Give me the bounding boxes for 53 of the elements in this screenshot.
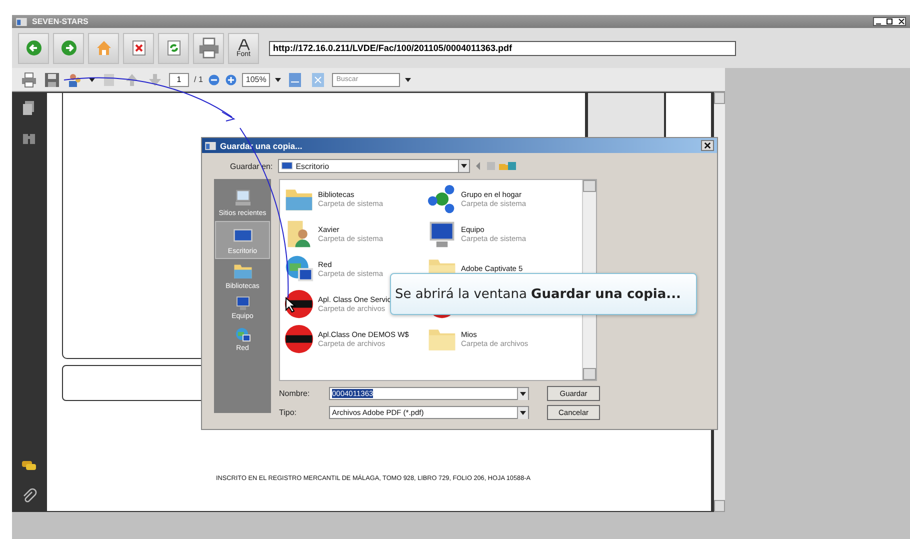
computer-icon (234, 294, 250, 310)
zoom-out-icon (208, 74, 220, 86)
app-logo-icon (284, 324, 314, 354)
refresh-icon (166, 40, 182, 56)
zoom-in-icon (224, 74, 237, 86)
page-number-field[interactable]: 1 (169, 72, 189, 86)
caret-icon (520, 392, 526, 396)
zoom-dropdown[interactable]: 105% (242, 72, 270, 86)
save-in-label: Guardar en: (230, 162, 273, 170)
document-icon (101, 72, 117, 88)
caret-icon (405, 78, 412, 82)
down-arrow-icon (147, 72, 163, 88)
print-button[interactable] (193, 32, 224, 64)
dialog-title: Guardar una copia... (220, 140, 302, 150)
mouse-pointer-icon (286, 296, 296, 313)
up-arrow-icon (124, 72, 140, 88)
fit-page-icon (310, 72, 326, 88)
navigation-icons (474, 161, 519, 171)
close-icon (704, 142, 711, 149)
caret-icon (89, 78, 95, 82)
monitor-icon (280, 160, 293, 172)
paperclip-icon (21, 488, 37, 504)
fit-width-icon (287, 72, 304, 88)
network-icon (284, 254, 314, 284)
font-icon (236, 38, 250, 50)
window-title: SEVEN-STARS (32, 17, 88, 26)
forward-button[interactable] (53, 32, 84, 64)
homegroup-icon (427, 184, 457, 214)
network-icon (234, 326, 250, 342)
back-button[interactable] (18, 32, 49, 64)
caret-icon (460, 164, 467, 168)
page-count: / 1 (194, 75, 203, 84)
window-icon (205, 142, 216, 150)
filename-label: Nombre: (279, 389, 311, 398)
close-document-button[interactable] (123, 32, 154, 64)
home-icon (96, 40, 112, 56)
people-icon (67, 72, 83, 88)
caret-icon (520, 410, 526, 414)
tooltip: Se abrirá la ventana Guardar una copia... (390, 273, 697, 315)
close-icon (130, 40, 146, 56)
close-button[interactable] (701, 140, 714, 151)
window-controls-icon (873, 17, 906, 26)
pages-icon (21, 100, 37, 116)
printer-icon (21, 72, 37, 88)
window-icon (16, 18, 27, 26)
printer-icon (198, 37, 220, 59)
caret-icon (275, 78, 282, 82)
recent-places-icon (232, 188, 252, 208)
save-icon (44, 72, 60, 88)
file-type-label: Tipo: (279, 408, 298, 417)
save-in-dropdown[interactable]: Escritorio (278, 159, 470, 173)
url-field[interactable]: http://172.16.0.211/LVDE/Fac/100/201105/0004011363.pdf (269, 40, 736, 56)
refresh-button[interactable] (158, 32, 189, 64)
